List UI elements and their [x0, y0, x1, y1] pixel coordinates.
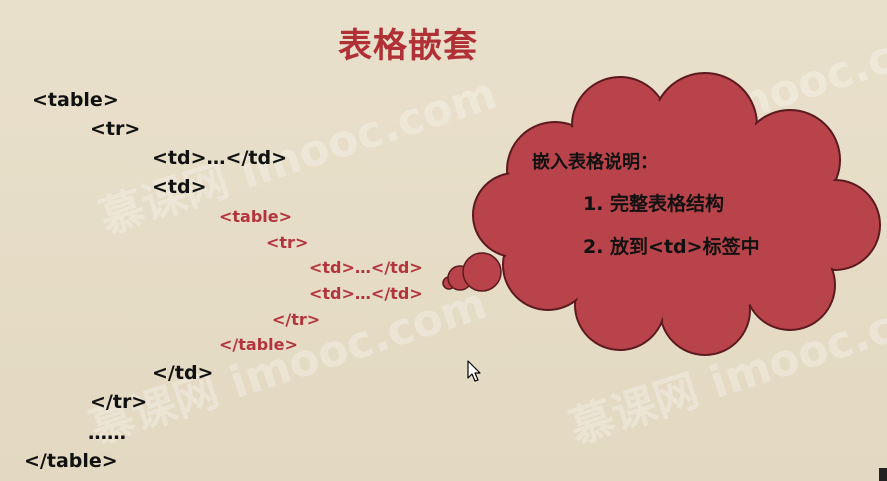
mouse-cursor-icon [467, 360, 481, 382]
cloud-heading: 嵌入表格说明： [532, 152, 658, 173]
edge-bar [879, 468, 887, 481]
slide: 慕课网 imooc.com 慕课网 imooc.com 慕课网 imooc.co… [0, 0, 887, 481]
cloud-bubble-large [462, 252, 502, 292]
cloud-point-1: 1. 完整表格结构 [583, 193, 725, 215]
cloud-point-2: 2. 放到<td>标签中 [583, 236, 760, 258]
